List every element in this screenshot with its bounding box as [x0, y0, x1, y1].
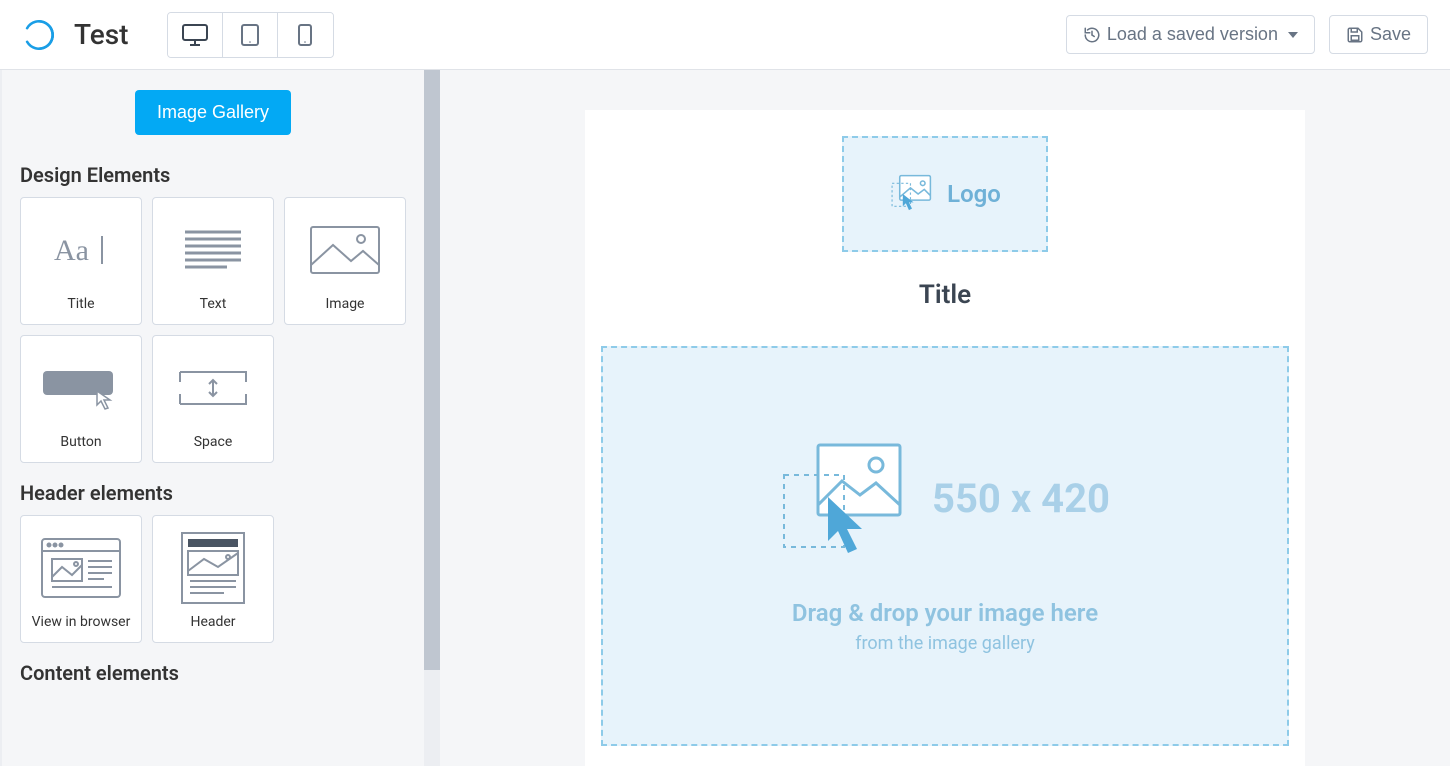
- svg-text:Aa: Aa: [54, 234, 89, 267]
- image-placeholder-icon: [889, 171, 935, 217]
- image-dropzone-line1: Drag & drop your image here: [792, 599, 1098, 627]
- desktop-icon: [182, 24, 208, 46]
- app-logo-icon: [22, 18, 56, 52]
- section-design-elements-title: Design Elements: [2, 163, 424, 197]
- save-button[interactable]: Save: [1329, 15, 1428, 54]
- text-element-icon: [157, 208, 269, 292]
- section-content-elements-title: Content elements: [2, 661, 424, 695]
- logo-dropzone-label: Logo: [947, 180, 1001, 208]
- image-gallery-button[interactable]: Image Gallery: [135, 90, 291, 135]
- image-placeholder-large-icon: [780, 439, 910, 559]
- sidebar-scrollbar-track[interactable]: [424, 70, 440, 766]
- tile-label: View in browser: [32, 610, 131, 630]
- image-dropzone-size-label: 550 x 420: [932, 475, 1110, 522]
- tile-image[interactable]: Image: [284, 197, 406, 325]
- tile-button[interactable]: Button: [20, 335, 142, 463]
- sidebar: Image Gallery Design Elements Aa Title T…: [0, 70, 440, 766]
- title-element-icon: Aa: [25, 208, 137, 292]
- project-name: Test: [74, 18, 129, 51]
- tile-label: Header: [190, 610, 235, 630]
- tablet-icon: [241, 24, 259, 46]
- load-saved-version-label: Load a saved version: [1107, 24, 1278, 45]
- device-tablet-button[interactable]: [223, 13, 278, 57]
- device-desktop-button[interactable]: [168, 13, 223, 57]
- sidebar-content: Image Gallery Design Elements Aa Title T…: [2, 70, 424, 766]
- tile-label: Text: [200, 292, 227, 312]
- view-in-browser-icon: [25, 526, 137, 610]
- tile-space[interactable]: Space: [152, 335, 274, 463]
- tile-label: Button: [60, 430, 101, 450]
- tile-label: Title: [67, 292, 94, 312]
- header-elements-tiles: View in browser Header: [2, 515, 424, 661]
- canvas-area[interactable]: Logo Title 550 x 420 Drag & drop your im…: [440, 70, 1450, 766]
- workspace: Image Gallery Design Elements Aa Title T…: [0, 70, 1450, 766]
- save-button-label: Save: [1370, 24, 1411, 45]
- image-gallery-button-wrap: Image Gallery: [2, 90, 424, 135]
- load-saved-version-button[interactable]: Load a saved version: [1066, 15, 1315, 54]
- image-dropzone-line2: from the image gallery: [855, 633, 1035, 654]
- top-bar-right: Load a saved version Save: [1066, 15, 1428, 54]
- sidebar-scrollbar-thumb[interactable]: [424, 70, 440, 670]
- canvas-page: Logo Title 550 x 420 Drag & drop your im…: [585, 110, 1305, 766]
- save-icon: [1346, 26, 1364, 44]
- design-elements-tiles: Aa Title Text Image: [2, 197, 424, 481]
- header-element-icon: [157, 526, 269, 610]
- top-bar-left: Test: [22, 12, 334, 58]
- device-mobile-button[interactable]: [278, 13, 333, 57]
- chevron-down-icon: [1288, 32, 1298, 38]
- image-dropzone[interactable]: 550 x 420 Drag & drop your image here fr…: [601, 346, 1289, 746]
- space-element-icon: [157, 346, 269, 430]
- image-element-icon: [289, 208, 401, 292]
- section-header-elements-title: Header elements: [2, 481, 424, 515]
- history-icon: [1083, 26, 1101, 44]
- logo-dropzone[interactable]: Logo: [842, 136, 1048, 252]
- button-element-icon: [25, 346, 137, 430]
- tile-label: Image: [326, 292, 365, 312]
- image-dropzone-header: 550 x 420: [780, 439, 1110, 559]
- tile-text[interactable]: Text: [152, 197, 274, 325]
- tile-title[interactable]: Aa Title: [20, 197, 142, 325]
- mobile-icon: [298, 24, 312, 46]
- tile-header[interactable]: Header: [152, 515, 274, 643]
- tile-label: Space: [194, 430, 233, 450]
- canvas-title-block[interactable]: Title: [585, 280, 1305, 310]
- device-preview-toggle: [167, 12, 334, 58]
- top-bar: Test Load a saved version Save: [0, 0, 1450, 70]
- tile-view-in-browser[interactable]: View in browser: [20, 515, 142, 643]
